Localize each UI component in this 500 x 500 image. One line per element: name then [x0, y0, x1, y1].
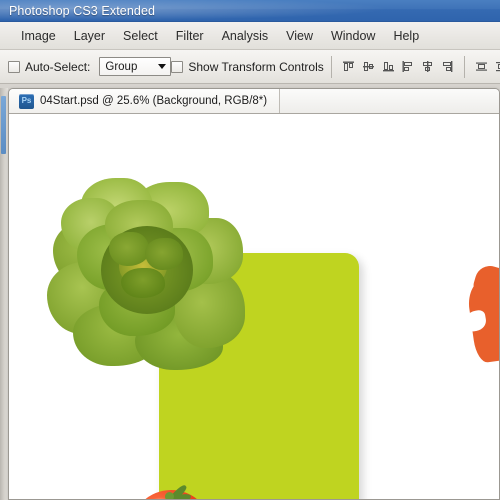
menu-item-window[interactable]: Window [322, 26, 384, 46]
menu-item-help[interactable]: Help [384, 26, 428, 46]
show-transform-label: Show Transform Controls [188, 59, 324, 74]
distribute-vertical-centers-icon[interactable] [492, 57, 500, 77]
align-right-edges-icon[interactable] [438, 57, 457, 77]
align-horizontal-centers-icon[interactable] [418, 57, 437, 77]
tomato-object [131, 482, 217, 499]
align-edges-group [339, 57, 398, 77]
document-tab-strip: Ps 04Start.psd @ 25.6% (Background, RGB/… [9, 89, 499, 114]
menu-item-view[interactable]: View [277, 26, 322, 46]
auto-select-value: Group [105, 60, 138, 73]
menu-item-image[interactable]: Image [12, 26, 65, 46]
show-transform-checkbox[interactable] [171, 60, 184, 73]
distribute-group [472, 57, 500, 77]
menu-item-filter[interactable]: Filter [167, 26, 213, 46]
auto-select-dropdown[interactable]: Group [99, 57, 172, 76]
align-top-edges-icon[interactable] [339, 57, 358, 77]
document-window: Ps 04Start.psd @ 25.6% (Background, RGB/… [8, 88, 500, 500]
show-transform-group: Show Transform Controls [171, 59, 324, 74]
document-tab[interactable]: Ps 04Start.psd @ 25.6% (Background, RGB/… [9, 89, 281, 113]
menu-item-analysis[interactable]: Analysis [213, 26, 278, 46]
image-canvas[interactable] [9, 114, 499, 499]
align-vertical-centers-icon[interactable] [359, 57, 378, 77]
align-sides-group [398, 57, 457, 77]
align-left-edges-icon[interactable] [398, 57, 417, 77]
divider [330, 55, 332, 78]
docked-panel-edge [1, 96, 6, 154]
auto-select-group: Auto-Select: Group [8, 57, 172, 76]
tool-options-bar: Auto-Select: Group Show Transform Contro… [0, 50, 500, 84]
menu-item-select[interactable]: Select [114, 26, 167, 46]
menu-bar: Image Layer Select Filter Analysis View … [0, 22, 500, 50]
lettuce-object [47, 166, 245, 370]
chevron-down-icon [158, 64, 167, 69]
photoshop-ps-icon: Ps [19, 93, 34, 109]
menu-item-layer[interactable]: Layer [65, 26, 114, 46]
divider-2 [463, 55, 465, 78]
photoshop-window: Photoshop CS3 Extended Image Layer Selec… [0, 0, 500, 500]
window-title: Photoshop CS3 Extended [9, 3, 156, 18]
distribute-top-edges-icon[interactable] [472, 57, 491, 77]
document-tab-label: 04Start.psd @ 25.6% (Background, RGB/8*) [40, 95, 268, 107]
align-bottom-edges-icon[interactable] [379, 57, 398, 77]
tomato-stem [157, 483, 193, 499]
title-bar: Photoshop CS3 Extended [0, 0, 500, 22]
auto-select-checkbox[interactable] [8, 60, 20, 73]
auto-select-label: Auto-Select: [25, 59, 91, 74]
